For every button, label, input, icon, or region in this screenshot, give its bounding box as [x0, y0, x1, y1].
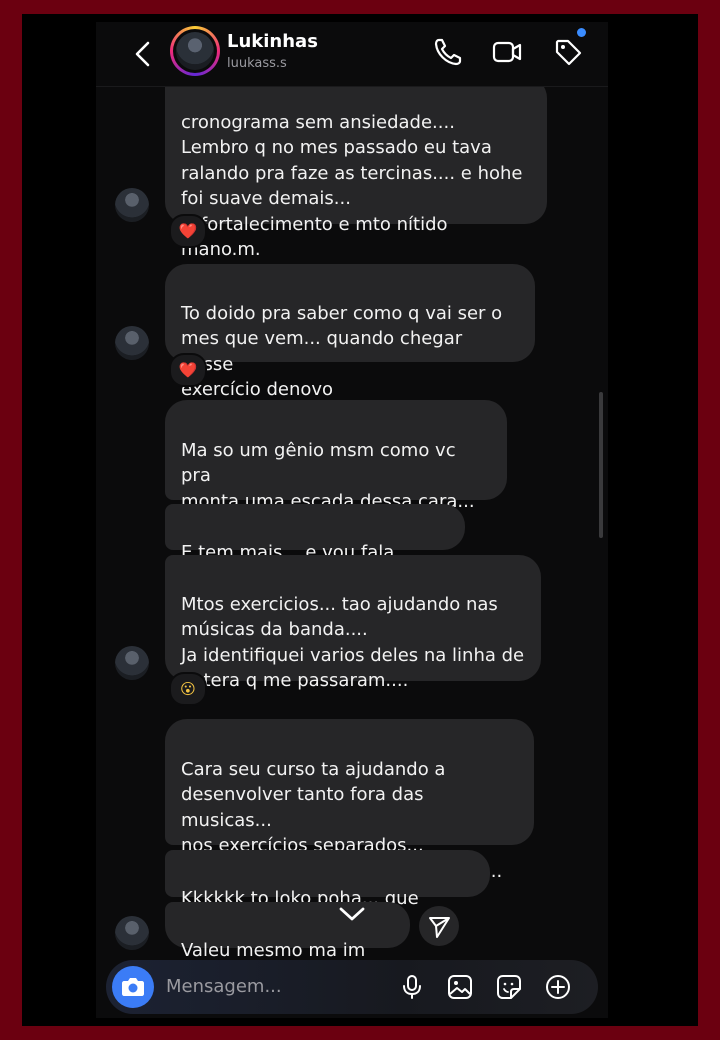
video-camera-icon[interactable] — [489, 34, 525, 70]
message-input[interactable]: Mensagem... — [166, 976, 282, 997]
sender-avatar[interactable] — [115, 326, 149, 360]
camera-button[interactable] — [112, 966, 154, 1008]
sender-avatar[interactable] — [115, 646, 149, 680]
message-bubble[interactable]: Kkkkkk to loko poha... que lokura — [165, 850, 490, 934]
phone-icon[interactable] — [430, 34, 466, 70]
notification-dot — [577, 28, 586, 37]
profile-avatar[interactable] — [170, 26, 220, 76]
camera-icon — [122, 978, 144, 996]
tag-icon[interactable] — [550, 34, 586, 70]
reaction-heart[interactable]: ❤️ — [169, 214, 207, 248]
message-bubble[interactable]: Ma so um gênio msm como vc pra monta uma… — [165, 400, 507, 537]
microphone-icon[interactable] — [398, 973, 426, 1001]
contact-handle[interactable]: luukass.s — [227, 56, 287, 71]
message-bubble[interactable]: Mtos exercicios... tao ajudando nas músi… — [165, 555, 541, 691]
send-icon — [429, 917, 450, 938]
message-bubble[interactable]: cronograma sem ansiedade.... Lembro q no… — [165, 76, 547, 260]
gallery-icon[interactable] — [446, 973, 474, 1001]
message-bubble[interactable]: E tem mais... e vou fala msm... — [165, 504, 465, 588]
plus-icon[interactable] — [544, 973, 572, 1001]
scrollbar[interactable] — [599, 392, 603, 538]
message-text: cronograma sem ansiedade.... Lembro q no… — [181, 111, 523, 261]
contact-name[interactable]: Lukinhas — [227, 31, 318, 52]
instagram-dm-screen: Lukinhas luukass.s cronograma sem ansied… — [96, 22, 608, 1018]
message-text: Mtos exercicios... tao ajudando nas músi… — [181, 593, 525, 692]
message-bubble[interactable]: To doido pra saber como q vai ser o mes … — [165, 264, 535, 400]
reaction-heart[interactable]: ❤️ — [169, 353, 207, 387]
chevron-down-icon[interactable] — [334, 896, 370, 932]
message-composer[interactable]: Mensagem... — [106, 960, 598, 1014]
sticker-icon[interactable] — [495, 973, 523, 1001]
message-text: To doido pra saber como q vai ser o mes … — [181, 302, 503, 401]
back-arrow-icon[interactable] — [126, 36, 162, 72]
chat-header: Lukinhas luukass.s — [96, 22, 608, 87]
sender-avatar[interactable] — [115, 916, 149, 950]
message-list[interactable]: cronograma sem ansiedade.... Lembro q no… — [96, 76, 608, 961]
share-button[interactable] — [419, 906, 459, 946]
message-bubble[interactable]: Cara seu curso ta ajudando a desenvolver… — [165, 719, 534, 882]
message-bubble[interactable]: Valeu mesmo ma im — [165, 902, 410, 961]
sender-avatar[interactable] — [115, 188, 149, 222]
reaction-surprised[interactable]: 😮 — [169, 672, 207, 706]
